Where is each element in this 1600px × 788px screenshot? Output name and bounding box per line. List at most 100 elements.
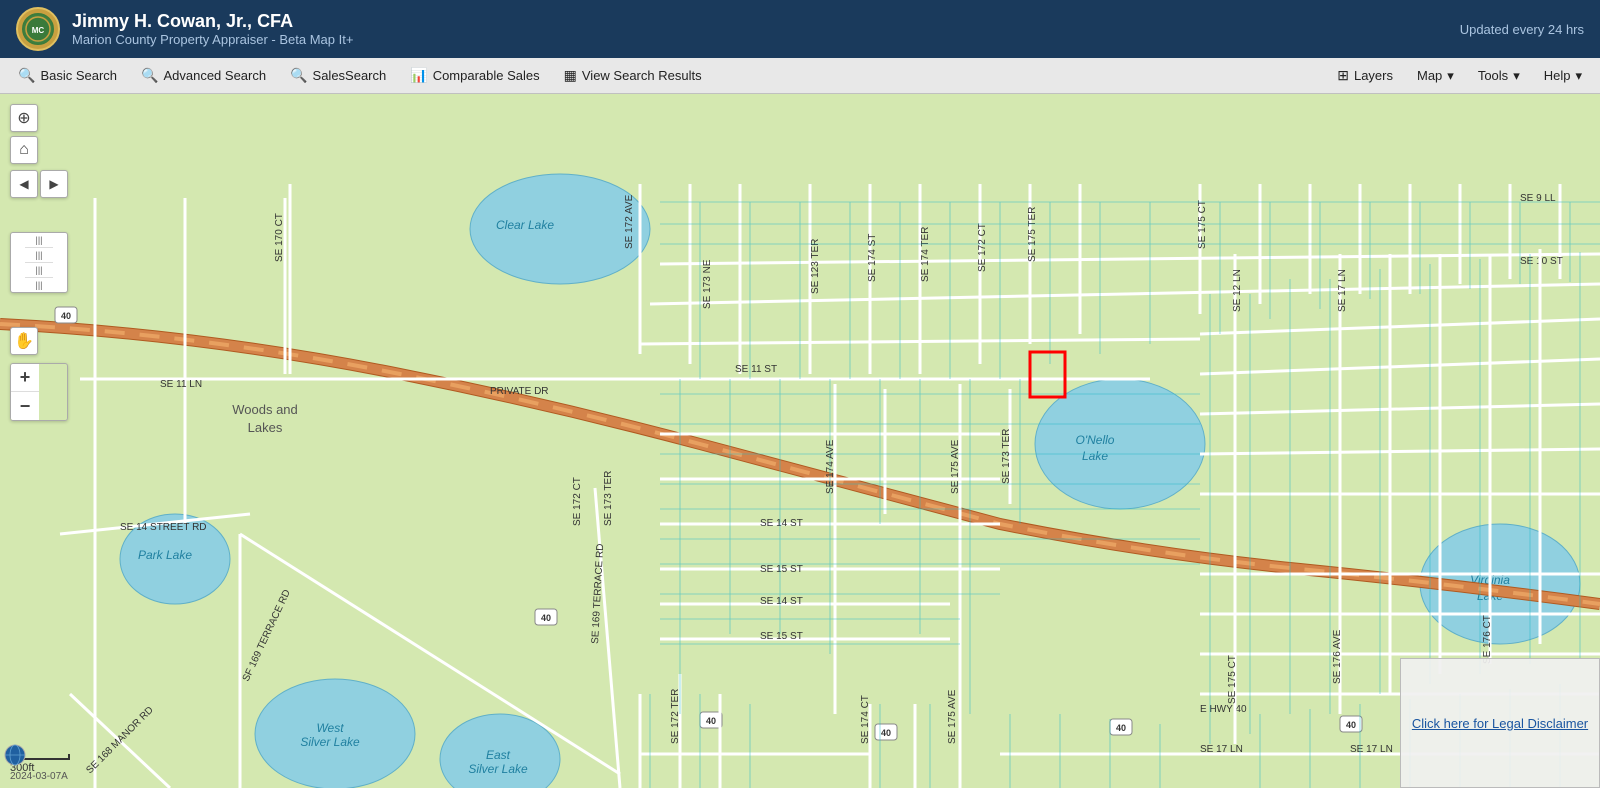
- east-silver-label: East: [486, 748, 511, 762]
- se-17-ln-bottom-label2: SE 17 LN: [1350, 744, 1393, 755]
- clear-lake-label: Clear Lake: [496, 218, 554, 232]
- help-button[interactable]: Help ▾: [1534, 64, 1592, 88]
- se-15-st-label: SE 15 ST: [760, 564, 803, 575]
- se-11-st-label: SE 11 ST: [735, 364, 777, 375]
- advanced-search-button[interactable]: 🔍 Advanced Search: [131, 63, 276, 88]
- park-lake-label: Park Lake: [138, 548, 192, 562]
- se-176-ave-label: SE 176 AVE: [1332, 629, 1343, 684]
- advanced-search-label: Advanced Search: [163, 68, 266, 83]
- view-search-results-label: View Search Results: [582, 68, 702, 83]
- advanced-search-icon: 🔍: [141, 67, 158, 84]
- se-17-ln-bottom-label: SE 17 LN: [1200, 744, 1243, 755]
- onello-lake-label2: Lake: [1082, 449, 1108, 463]
- sales-search-button[interactable]: 🔍 SalesSearch: [280, 63, 396, 88]
- svg-text:40: 40: [1346, 720, 1356, 730]
- se-174-st-label: SE 174 ST: [867, 234, 878, 282]
- layers-button[interactable]: ⊞ Layers: [1327, 63, 1403, 88]
- se-172-ter-label: SE 172 TER: [670, 689, 681, 744]
- svg-text:40: 40: [1116, 723, 1126, 733]
- se-170-ct-label: SE 170 CT: [274, 213, 285, 262]
- pan-button[interactable]: ✋: [10, 327, 38, 355]
- tools-button[interactable]: Tools ▾: [1468, 64, 1530, 88]
- zoom-out-button[interactable]: −: [11, 392, 39, 420]
- se-15-st-label2: SE 15 ST: [760, 631, 803, 642]
- se-172-ct2-label: SE 172 CT: [572, 477, 583, 526]
- basic-search-button[interactable]: 🔍 Basic Search: [8, 63, 127, 88]
- se-123-ter-label: SE 123 TER: [810, 239, 821, 294]
- east-silver-label2: Silver Lake: [468, 762, 528, 776]
- toolbar-right: ⊞ Layers Map ▾ Tools ▾ Help ▾: [1327, 63, 1592, 88]
- help-dropdown-icon: ▾: [1575, 68, 1582, 84]
- view-search-results-button[interactable]: ▦ View Search Results: [554, 63, 712, 88]
- se-12-ln-label: SE 12 LN: [1232, 269, 1243, 312]
- se-175-ter-label: SE 175 TER: [1027, 207, 1038, 262]
- chart-icon: 📊: [410, 67, 427, 84]
- svg-text:40: 40: [881, 728, 891, 738]
- layers-label: Layers: [1354, 68, 1393, 83]
- header-name: Jimmy H. Cowan, Jr., CFA: [72, 11, 353, 32]
- west-silver-label2: Silver Lake: [300, 735, 360, 749]
- se-176-ct-label: SE 176 CT: [1482, 615, 1493, 664]
- woods-lakes-label2: Lakes: [248, 420, 283, 435]
- se-175-ave-label: SE 175 AVE: [947, 689, 958, 744]
- logo: MC: [16, 7, 60, 51]
- se-172-ct-label: SE 172 CT: [977, 223, 988, 272]
- road-label-m1: SE 14 ST: [760, 596, 803, 607]
- update-notice: Updated every 24 hrs: [1460, 22, 1584, 37]
- tools-dropdown-icon: ▾: [1513, 68, 1520, 84]
- map-label: Map: [1417, 68, 1442, 83]
- header-subtitle: Marion County Property Appraiser - Beta …: [72, 32, 353, 47]
- tools-label: Tools: [1478, 68, 1508, 83]
- west-silver-label: West: [316, 721, 344, 735]
- nav-next-button[interactable]: ▶: [40, 170, 68, 198]
- se-175-ave2-label: SE 175 AVE: [950, 439, 961, 494]
- nav-prev-button[interactable]: ◀: [10, 170, 38, 198]
- home-icon: ⌂: [19, 141, 29, 159]
- map-button[interactable]: Map ▾: [1407, 64, 1464, 88]
- sales-search-label: SalesSearch: [313, 68, 387, 83]
- map-container[interactable]: Clear Lake O'Nello Lake Virginia Lake Pa…: [0, 94, 1600, 788]
- logo-inner: MC: [20, 11, 56, 47]
- toolbar: 🔍 Basic Search 🔍 Advanced Search 🔍 Sales…: [0, 58, 1600, 94]
- home-button[interactable]: ⌂: [10, 136, 38, 164]
- map-controls: ⊕ ⌂ ◀ ▶ ||| ||| ||| ||| ✋ + −: [10, 104, 68, 421]
- svg-text:40: 40: [706, 716, 716, 726]
- header: MC Jimmy H. Cowan, Jr., CFA Marion Count…: [0, 0, 1600, 58]
- legal-disclaimer-link[interactable]: Click here for Legal Disclaimer: [1412, 716, 1588, 731]
- se-172-ave-label: SE 172 AVE: [624, 194, 635, 249]
- map-dropdown-icon: ▾: [1447, 68, 1454, 84]
- grid-icon: ▦: [564, 67, 577, 84]
- private-dr-label: PRIVATE DR: [490, 386, 549, 397]
- locate-icon: ⊕: [17, 108, 30, 128]
- svg-text:40: 40: [541, 613, 551, 623]
- se-14-st-label: SE 14 ST: [760, 518, 803, 529]
- comparable-sales-button[interactable]: 📊 Comparable Sales: [400, 63, 549, 88]
- se-175-ct-label: SE 175 CT: [1227, 655, 1238, 704]
- zoom-in-button[interactable]: +: [11, 364, 39, 392]
- se-174-ct-label: SE 174 CT: [860, 695, 871, 744]
- legal-disclaimer[interactable]: Click here for Legal Disclaimer: [1400, 658, 1600, 788]
- search-icon: 🔍: [18, 67, 35, 84]
- se-173-ne-label: SE 173 NE: [702, 259, 713, 309]
- se-14-st-rd-label: SE 14 STREET RD: [120, 522, 207, 533]
- globe-icon: [4, 744, 26, 766]
- se-124-ave-label: SE 174 AVE: [825, 439, 836, 494]
- se-175-ct-label: SE 175 CT: [1197, 200, 1208, 249]
- se-173-ter2-label: SE 173 TER: [1001, 429, 1012, 484]
- e-hwy-40-label: E HWY 40: [1200, 704, 1247, 715]
- header-left: MC Jimmy H. Cowan, Jr., CFA Marion Count…: [16, 7, 353, 51]
- woods-lakes-label: Woods and: [232, 402, 298, 417]
- header-title: Jimmy H. Cowan, Jr., CFA Marion County P…: [72, 11, 353, 47]
- sales-search-icon: 🔍: [290, 67, 307, 84]
- onello-lake-label: O'Nello: [1076, 433, 1115, 447]
- locate-button[interactable]: ⊕: [10, 104, 38, 132]
- se-173-ter-label: SE 173 TER: [603, 471, 614, 526]
- comparable-sales-label: Comparable Sales: [433, 68, 540, 83]
- map-svg: Clear Lake O'Nello Lake Virginia Lake Pa…: [0, 94, 1600, 788]
- layers-icon: ⊞: [1337, 67, 1349, 84]
- basic-search-label: Basic Search: [40, 68, 117, 83]
- se-174-ter-label: SE 174 TER: [920, 227, 931, 282]
- help-label: Help: [1544, 68, 1571, 83]
- svg-text:MC: MC: [32, 26, 45, 35]
- date-stamp: 2024-03-07A: [10, 771, 68, 782]
